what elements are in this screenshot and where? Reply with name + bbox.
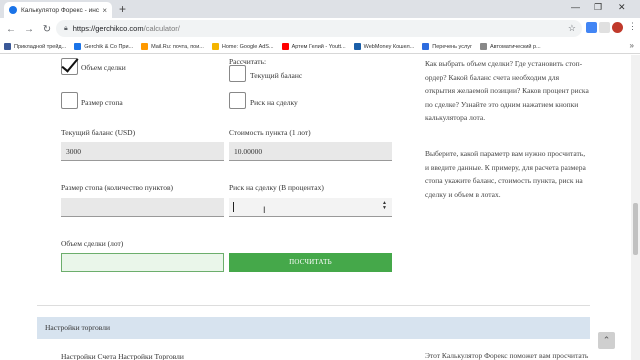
translate-extension-icon[interactable] <box>586 22 597 33</box>
maximize-button[interactable]: ❐ <box>594 2 602 13</box>
lock-icon: 🔒︎ <box>64 24 68 32</box>
stop-size-input[interactable] <box>61 198 224 217</box>
bookmark-label: Автоматический р... <box>489 43 541 50</box>
bookmark-favicon-icon <box>4 43 11 50</box>
balance-checkbox[interactable] <box>229 65 246 82</box>
browser-tab[interactable]: Калькулятор Форекс - инструм × <box>4 2 112 18</box>
bookmark-item[interactable]: Mail.Ru: почта, пои... <box>141 43 204 50</box>
forward-icon[interactable]: → <box>22 24 36 35</box>
pip-cost-label: Стоимость пункта (1 лот) <box>229 128 311 137</box>
new-tab-button[interactable]: + <box>119 2 126 16</box>
risk-field-label: Риск на сделку (В процентах) <box>229 183 324 192</box>
text-line: Выберите, какой параметр вам нужно просч… <box>425 149 586 158</box>
calculate-button[interactable]: ПОСЧИТАТЬ <box>229 253 392 272</box>
select-arrows-icon: ▲ ▼ <box>382 200 387 211</box>
lots-checkbox-label: Объем сделки <box>81 63 126 72</box>
url-text: https://gerchikco.com/calculator/ <box>73 24 180 33</box>
bookmark-favicon-icon <box>141 43 149 50</box>
bookmark-label: Home: Google AdS... <box>221 43 274 50</box>
bookmarks-bar: Прикладной трейд... Gerchik & Co При... Ma… <box>0 40 640 54</box>
bookmark-item[interactable]: Прикладной трейд... <box>4 43 66 50</box>
close-window-button[interactable]: ✕ <box>618 2 626 13</box>
bookmark-item[interactable]: WebMoney Кошел... <box>353 43 415 50</box>
settings-subtitle: Настройки Счета Настройки Торговли <box>61 352 184 360</box>
minimize-button[interactable]: — <box>571 2 580 12</box>
bookmark-item[interactable]: Home: Google AdS... <box>211 43 274 50</box>
text-line: стопа укажите баланс, стоимость пункта, … <box>425 176 583 185</box>
bookmark-favicon-icon <box>211 43 219 50</box>
reload-icon[interactable]: ↻ <box>40 24 54 35</box>
scroll-to-top-button[interactable]: ⌃ <box>598 332 615 349</box>
url-path: /calculator/ <box>143 24 180 33</box>
bookmark-favicon-icon <box>479 43 487 50</box>
extension-icon[interactable] <box>599 22 610 33</box>
stop-checkbox-label: Размер стопа <box>81 98 123 107</box>
risk-checkbox[interactable] <box>229 92 246 109</box>
bookmark-item[interactable]: Gerchik & Co При... <box>74 43 133 50</box>
bookmark-item[interactable]: Перечень услуг <box>422 43 472 50</box>
tab-strip: Калькулятор Форекс - инструм × + — ❐ ✕ <box>0 0 640 18</box>
bookmark-favicon-icon <box>353 43 361 50</box>
bookmark-label: Артем Гелий - Youtt... <box>291 43 346 50</box>
bookmark-favicon-icon <box>74 43 82 50</box>
page-content: Объем сделки Рассчитать: Текущий баланс … <box>0 55 640 360</box>
text-line: открытия желаемой позиции? Каков процент… <box>425 86 589 95</box>
menu-dots-icon[interactable]: ⋮ <box>628 21 637 32</box>
text-line: Как выбрать объем сделки? Где установить… <box>425 59 583 68</box>
back-icon[interactable]: ← <box>4 24 18 35</box>
balance-checkbox-label: Текущий баланс <box>250 71 303 80</box>
bookmark-favicon-icon <box>281 43 289 50</box>
url-host: https://gerchikco.com <box>72 24 144 33</box>
text-line: и введите данные. К примеру, для расчета… <box>425 162 586 172</box>
divider <box>37 305 590 306</box>
pip-cost-input[interactable]: 10.00000 <box>229 142 392 161</box>
profile-avatar[interactable] <box>612 22 623 33</box>
bookmark-item[interactable]: Автоматический р... <box>479 43 541 50</box>
site-favicon-icon <box>9 6 17 14</box>
text-caret <box>233 202 234 212</box>
stop-checkbox[interactable] <box>61 92 78 109</box>
page-scrollbar[interactable] <box>631 55 640 360</box>
bookmark-label: Gerchik & Co При... <box>84 43 134 50</box>
tab-title: Калькулятор Форекс - инструм <box>21 6 100 14</box>
bookmark-item[interactable]: Артем Гелий - Youtt... <box>281 43 346 50</box>
scrollbar-thumb[interactable] <box>633 203 638 255</box>
bookmark-label: Перечень услуг <box>432 43 472 50</box>
browser-toolbar: ← → ↻ 🔒︎ https://gerchikco.com/calculato… <box>0 18 640 40</box>
bookmark-favicon-icon <box>422 43 430 50</box>
text-line: калькулятора лота. <box>425 113 486 122</box>
bookmark-star-icon[interactable]: ☆ <box>568 23 576 34</box>
balance-field-label: Текущий баланс (USD) <box>61 128 136 137</box>
tab-close-icon[interactable]: × <box>102 6 107 15</box>
bookmark-label: WebMoney Кошел... <box>363 43 415 50</box>
bookmarks-overflow-icon[interactable]: » <box>630 41 634 50</box>
stop-size-label: Размер стопа (количество пунктов) <box>61 183 173 192</box>
risk-checkbox-label: Риск на сделку <box>250 98 298 107</box>
text-line: сделку и объем в лотах. <box>425 189 501 199</box>
lots-checkbox[interactable] <box>61 58 78 75</box>
bookmark-label: Mail.Ru: почта, пои... <box>151 43 204 50</box>
risk-select[interactable]: ▲ ▼ <box>229 198 392 217</box>
bookmark-label: Прикладной трейд... <box>14 43 67 50</box>
sidebar-paragraph-2: Выберите, какой параметр вам нужно просч… <box>425 147 595 201</box>
settings-section-header[interactable]: Настройки торговли <box>37 317 590 339</box>
sidebar-paragraph-1: Как выбрать объем сделки? Где установить… <box>425 57 595 125</box>
text-line: по сделке? Узнайте это одним нажатием кн… <box>425 99 579 109</box>
settings-title: Настройки торговли <box>45 323 111 332</box>
sidebar-bottom-text: Этот Калькулятор Форекс поможет вам прос… <box>425 351 589 360</box>
text-cursor-icon: I <box>263 205 266 215</box>
text-line: ордер? Какой баланс счета необходим для <box>425 72 560 82</box>
lots-field-label: Объем сделки (лот) <box>61 239 124 248</box>
balance-input[interactable]: 3000 <box>61 142 224 161</box>
lots-input[interactable] <box>61 253 224 272</box>
address-bar[interactable]: 🔒︎ https://gerchikco.com/calculator/ ☆ <box>56 20 582 37</box>
